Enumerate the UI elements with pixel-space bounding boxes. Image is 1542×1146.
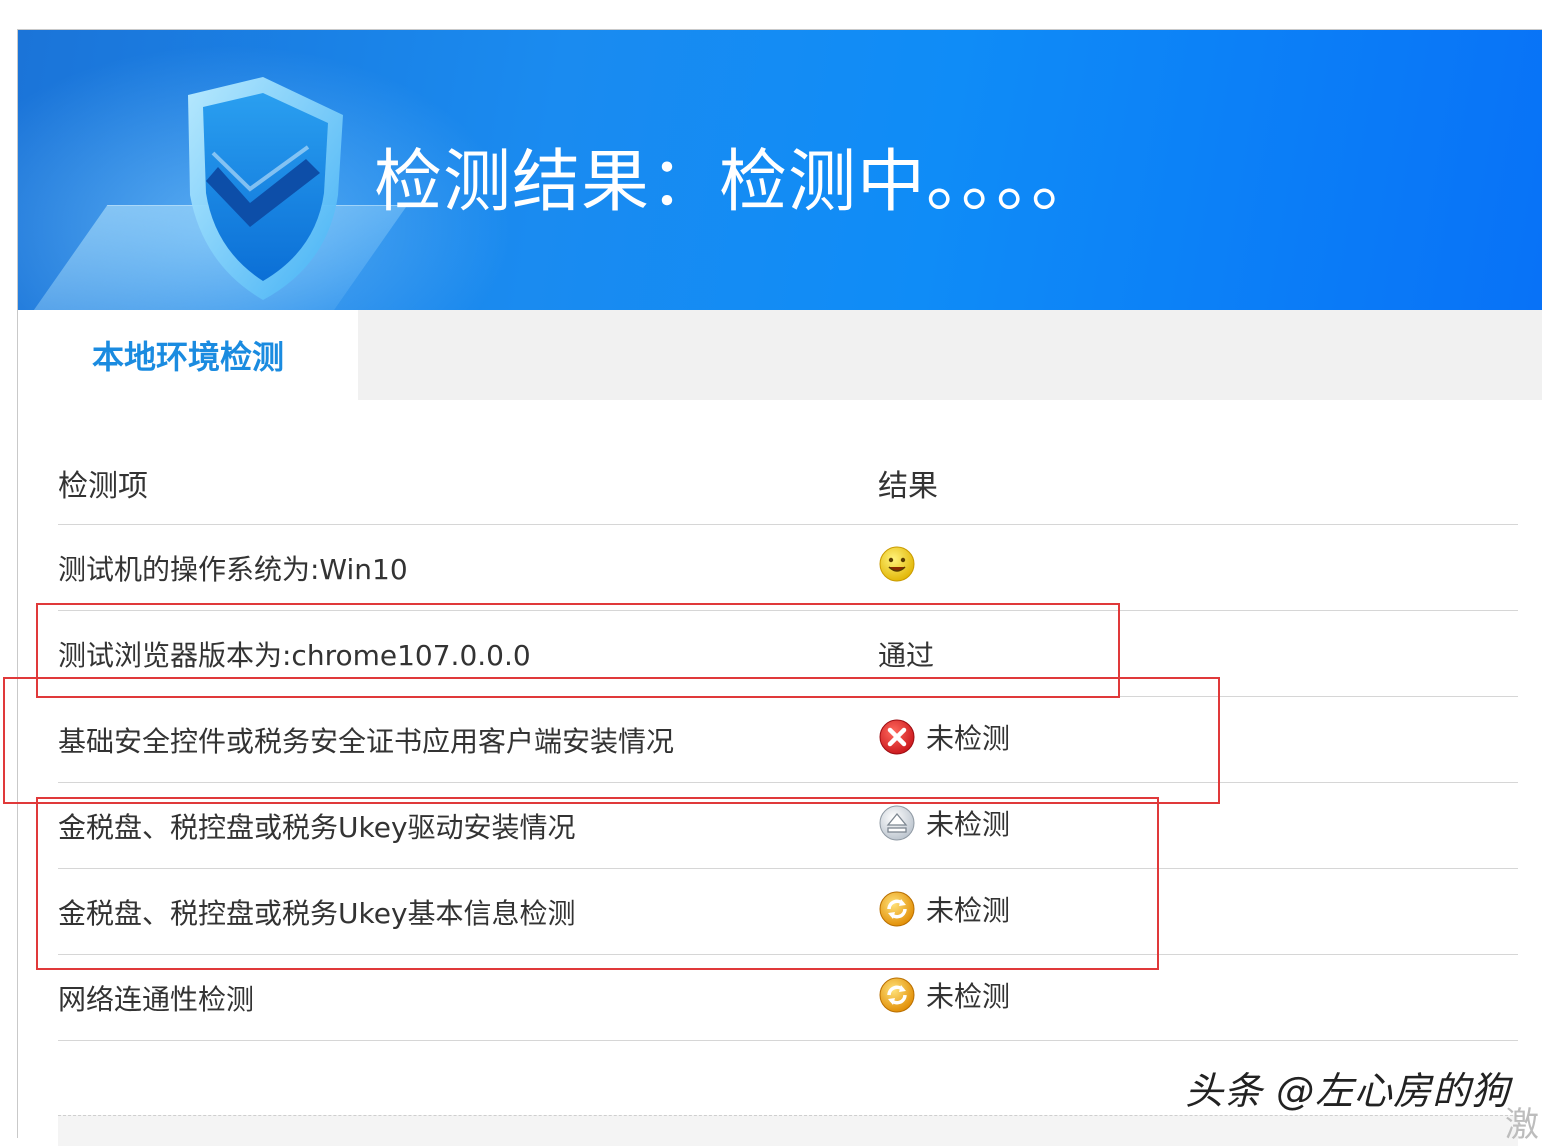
row-result: 未检测 (878, 954, 1518, 1041)
table-row: 金税盘、税控盘或税务Ukey基本信息检测 未检测 (58, 868, 1518, 955)
row-result: 通过 (878, 610, 1518, 697)
row-item: 基础安全控件或税务安全证书应用客户端安装情况 (58, 696, 878, 783)
table-row: 测试机的操作系统为:Win10 (58, 524, 1518, 611)
row-result: 未检测 (878, 696, 1518, 783)
table-row: 测试浏览器版本为:chrome107.0.0.0 通过 (58, 610, 1518, 697)
watermark-text: 头条 @左心房的狗 (1185, 1069, 1511, 1113)
corner-text: 激 (1505, 1105, 1539, 1145)
eject-icon (879, 805, 915, 840)
results-table: 检测项 结果 测试机的操作系统为:Win10 测试浏览器版本为:chrome10… (58, 442, 1518, 1041)
header-result: 结果 (878, 442, 1518, 525)
row-result-text: 未检测 (926, 893, 1011, 927)
header-item: 检测项 (58, 442, 878, 525)
table-row: 基础安全控件或税务安全证书应用客户端安装情况 未检测 (58, 696, 1518, 783)
row-result-text: 通过 (878, 638, 935, 672)
smiley-icon (879, 546, 915, 582)
error-x-icon (879, 719, 915, 754)
row-item: 测试浏览器版本为:chrome107.0.0.0 (58, 610, 878, 697)
row-result: 未检测 (878, 782, 1518, 869)
bottom-panel (58, 1115, 1518, 1146)
table-row: 网络连通性检测 未检测 (58, 954, 1518, 1041)
detection-status-title: 检测结果：检测中。。。。 (374, 143, 1101, 222)
row-item: 金税盘、税控盘或税务Ukey基本信息检测 (58, 868, 878, 955)
row-result (878, 524, 1518, 611)
shield-check-icon (188, 77, 343, 300)
row-result-text: 未检测 (926, 807, 1011, 841)
row-result-text: 未检测 (926, 979, 1011, 1013)
tab-bar: 本地环境检测 (18, 310, 1542, 400)
table-row: 金税盘、税控盘或税务Ukey驱动安装情况 未检测 (58, 782, 1518, 869)
header-banner: 检测结果：检测中。。。。 (18, 30, 1542, 310)
row-result: 未检测 (878, 868, 1518, 955)
refresh-icon (879, 977, 915, 1012)
row-result-text: 未检测 (926, 721, 1011, 755)
tab-local-environment-check[interactable]: 本地环境检测 (18, 310, 358, 400)
row-item: 金税盘、税控盘或税务Ukey驱动安装情况 (58, 782, 878, 869)
table-header-row: 检测项 结果 (58, 442, 1518, 525)
row-item: 网络连通性检测 (58, 954, 878, 1041)
refresh-icon (879, 891, 915, 926)
row-item: 测试机的操作系统为:Win10 (58, 524, 878, 611)
